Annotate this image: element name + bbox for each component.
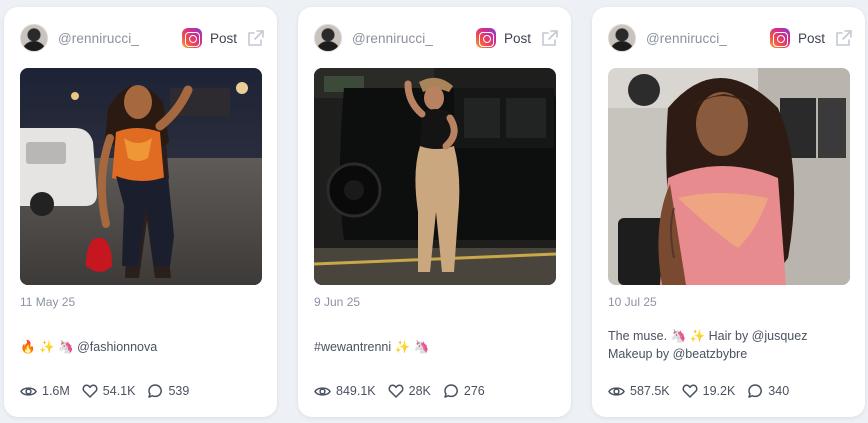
external-link-icon[interactable] [835, 29, 853, 47]
post-date: 11 May 25 [20, 295, 76, 309]
likes-count: 54.1K [102, 384, 136, 398]
post-type-label: Post [209, 30, 237, 46]
post-card[interactable]: @rennirucci_ Post [298, 7, 571, 417]
post-header: @rennirucci_ Post [314, 23, 559, 53]
post-stats: 849.1K 28K 276 [314, 382, 497, 400]
post-header: @rennirucci_ Post [20, 23, 265, 53]
comments-stat: 340 [747, 383, 789, 399]
post-card[interactable]: @rennirucci_ Post [4, 7, 277, 417]
eye-icon [20, 386, 37, 396]
post-caption: 🔥 ✨ 🦄 @fashionnova [20, 340, 158, 354]
views-count: 587.5K [630, 384, 670, 398]
post-header: @rennirucci_ Post [608, 23, 853, 53]
likes-count: 28K [408, 384, 431, 398]
instagram-icon [181, 28, 202, 48]
comments-count: 340 [768, 384, 790, 398]
heart-icon [682, 384, 698, 398]
comment-bubble-icon [148, 384, 163, 398]
post-image[interactable] [314, 68, 556, 285]
likes-stat: 19.2K [682, 383, 736, 399]
likes-stat: 54.1K [82, 383, 136, 399]
author-handle[interactable]: @rennirucci_ [646, 31, 770, 46]
eye-icon [608, 386, 625, 396]
comments-count: 539 [168, 384, 190, 398]
post-type-label: Post [503, 30, 531, 46]
comment-bubble-icon [748, 384, 763, 398]
post-type-label: Post [797, 30, 825, 46]
post-stats: 587.5K 19.2K 340 [608, 382, 801, 400]
likes-count: 19.2K [702, 384, 736, 398]
post-image[interactable] [608, 68, 850, 285]
post-image[interactable] [20, 68, 262, 285]
comment-bubble-icon [444, 384, 458, 398]
post-date: 9 Jun 25 [314, 295, 361, 309]
external-link-icon[interactable] [247, 29, 265, 47]
post-stats: 1.6M 54.1K 539 [20, 382, 201, 400]
views-stat: 1.6M [20, 383, 70, 400]
views-stat: 587.5K [608, 383, 670, 400]
views-count: 1.6M [42, 384, 70, 398]
comments-count: 276 [463, 384, 485, 398]
post-date: 10 Jul 25 [608, 295, 657, 309]
caption-line: The muse. 🦄 ✨ Hair by @jusquez [608, 329, 808, 343]
post-caption: #wewantrenni ✨ 🦄 [314, 340, 430, 354]
comments-stat: 276 [443, 383, 485, 399]
heart-icon [82, 384, 98, 398]
avatar[interactable] [608, 24, 636, 52]
post-card[interactable]: @rennirucci_ Post 10 Jul 25 The muse. 🦄 … [592, 7, 865, 417]
author-handle[interactable]: @rennirucci_ [58, 31, 182, 46]
heart-icon [388, 384, 404, 398]
avatar[interactable] [20, 24, 48, 52]
post-caption: The muse. 🦄 ✨ Hair by @jusquez Makeup by… [608, 327, 853, 363]
avatar[interactable] [314, 24, 342, 52]
views-stat: 849.1K [314, 383, 376, 400]
instagram-icon [475, 28, 496, 48]
instagram-icon [769, 28, 790, 48]
external-link-icon[interactable] [541, 29, 559, 47]
eye-icon [314, 386, 331, 396]
views-count: 849.1K [336, 384, 376, 398]
comments-stat: 539 [147, 383, 189, 399]
author-handle[interactable]: @rennirucci_ [352, 31, 476, 46]
likes-stat: 28K [388, 383, 431, 399]
caption-line: Makeup by @beatzbybre [608, 347, 748, 361]
